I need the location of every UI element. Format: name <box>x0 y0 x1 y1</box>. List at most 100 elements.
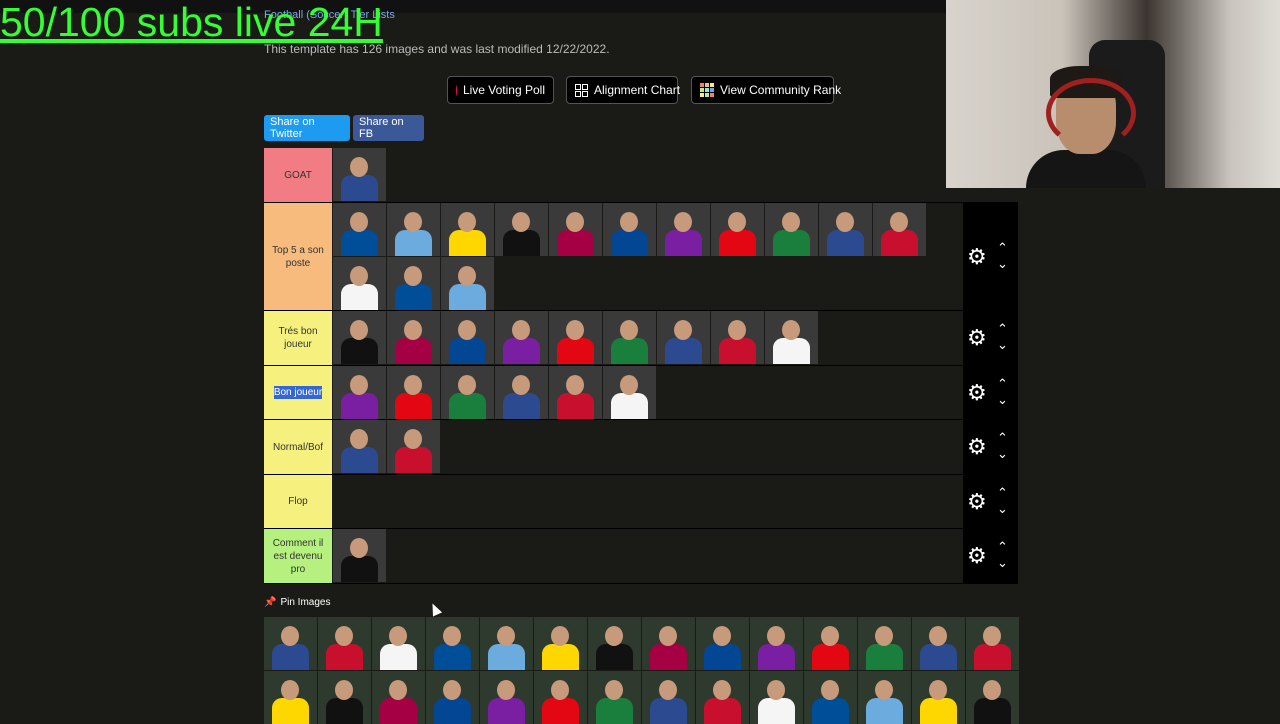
player-image[interactable] <box>387 257 440 310</box>
chevron-up-icon[interactable]: ⌃ <box>997 241 1009 254</box>
tier-label[interactable]: Normal/Bof <box>264 420 332 474</box>
pool-player-image[interactable] <box>372 617 425 670</box>
player-image[interactable] <box>711 311 764 364</box>
pool-player-image[interactable] <box>858 617 911 670</box>
chevron-up-icon[interactable]: ⌃ <box>997 431 1009 444</box>
player-image[interactable] <box>333 311 386 364</box>
pool-player-image[interactable] <box>966 617 1019 670</box>
pool-player-image[interactable] <box>426 617 479 670</box>
player-image[interactable] <box>495 366 548 419</box>
chevron-down-icon[interactable]: ⌄ <box>997 447 1009 460</box>
tier-items[interactable] <box>333 529 963 583</box>
player-image[interactable] <box>495 203 548 256</box>
player-image[interactable] <box>765 203 818 256</box>
pool-player-image[interactable] <box>480 671 533 724</box>
pool-player-image[interactable] <box>642 617 695 670</box>
player-image[interactable] <box>333 420 386 473</box>
player-image[interactable] <box>333 529 386 582</box>
pool-player-image[interactable] <box>426 671 479 724</box>
pool-player-image[interactable] <box>588 671 641 724</box>
chevron-down-icon[interactable]: ⌄ <box>997 338 1009 351</box>
player-image[interactable] <box>387 366 440 419</box>
chevron-down-icon[interactable]: ⌄ <box>997 556 1009 569</box>
alignment-chart-button[interactable]: Alignment Chart <box>566 76 680 104</box>
chevron-up-icon[interactable]: ⌃ <box>997 377 1009 390</box>
pool-player-image[interactable] <box>480 617 533 670</box>
tier-label[interactable]: Top 5 a son poste <box>264 203 332 310</box>
chevron-down-icon[interactable]: ⌄ <box>997 393 1009 406</box>
gear-icon[interactable]: ⚙ <box>967 436 989 458</box>
gear-icon[interactable]: ⚙ <box>967 490 989 513</box>
pool-player-image[interactable] <box>642 671 695 724</box>
tier-items[interactable] <box>333 366 963 419</box>
pool-player-image[interactable] <box>534 617 587 670</box>
pool-player-image[interactable] <box>858 671 911 724</box>
player-image[interactable] <box>387 203 440 256</box>
tier-items[interactable] <box>333 203 963 310</box>
pool-player-image[interactable] <box>534 671 587 724</box>
player-image[interactable] <box>603 366 656 419</box>
player-image[interactable] <box>333 148 386 201</box>
tier-items[interactable] <box>333 475 963 528</box>
pool-player-image[interactable] <box>264 671 317 724</box>
player-image[interactable] <box>549 203 602 256</box>
player-image[interactable] <box>549 311 602 364</box>
chevron-down-icon[interactable]: ⌄ <box>997 257 1009 270</box>
chevron-up-icon[interactable]: ⌃ <box>997 322 1009 335</box>
pool-player-image[interactable] <box>696 617 749 670</box>
player-image[interactable] <box>873 203 926 256</box>
tier-label[interactable]: Comment il est devenu pro <box>264 529 332 583</box>
rank-grid-icon <box>700 83 714 97</box>
player-image[interactable] <box>603 311 656 364</box>
tier-items[interactable] <box>333 148 963 202</box>
player-image[interactable] <box>495 311 548 364</box>
pool-player-image[interactable] <box>696 671 749 724</box>
player-image[interactable] <box>711 203 764 256</box>
pool-player-image[interactable] <box>750 617 803 670</box>
player-image[interactable] <box>333 257 386 310</box>
chevron-up-icon[interactable]: ⌃ <box>997 486 1009 499</box>
gear-icon[interactable]: ⚙ <box>967 545 989 567</box>
player-image[interactable] <box>765 311 818 364</box>
player-image[interactable] <box>441 203 494 256</box>
pool-player-image[interactable] <box>912 617 965 670</box>
player-image[interactable] <box>441 311 494 364</box>
live-voting-poll-button[interactable]: Live Voting Poll <box>447 76 554 104</box>
player-image[interactable] <box>441 257 494 310</box>
chevron-down-icon[interactable]: ⌄ <box>997 502 1009 515</box>
player-image[interactable] <box>333 203 386 256</box>
gear-icon[interactable]: ⚙ <box>967 245 989 268</box>
pool-player-image[interactable] <box>318 671 371 724</box>
player-image[interactable] <box>387 311 440 364</box>
player-image[interactable] <box>387 420 440 473</box>
pool-player-image[interactable] <box>912 671 965 724</box>
pool-player-image[interactable] <box>588 617 641 670</box>
view-community-rank-button[interactable]: View Community Rank <box>691 76 841 104</box>
player-image[interactable] <box>603 203 656 256</box>
player-image[interactable] <box>657 203 710 256</box>
tier-label[interactable]: Flop <box>264 475 332 528</box>
share-facebook-button[interactable]: Share on FB <box>353 115 424 141</box>
pool-player-image[interactable] <box>804 671 857 724</box>
player-image[interactable] <box>549 366 602 419</box>
player-image[interactable] <box>333 366 386 419</box>
chevron-up-icon[interactable]: ⌃ <box>997 540 1009 553</box>
pin-images-toggle[interactable]: 📌 Pin Images <box>264 597 330 608</box>
pool-player-image[interactable] <box>318 617 371 670</box>
tier-label[interactable]: Trés bon joueur <box>264 311 332 365</box>
player-image[interactable] <box>657 311 710 364</box>
tier-items[interactable] <box>333 311 963 365</box>
pool-player-image[interactable] <box>966 671 1019 724</box>
player-image[interactable] <box>441 366 494 419</box>
player-image[interactable] <box>819 203 872 256</box>
pool-player-image[interactable] <box>750 671 803 724</box>
tier-label[interactable]: GOAT <box>264 148 332 202</box>
gear-icon[interactable]: ⚙ <box>967 327 989 349</box>
tier-items[interactable] <box>333 420 963 474</box>
pool-player-image[interactable] <box>372 671 425 724</box>
share-twitter-button[interactable]: Share on Twitter <box>264 115 350 141</box>
pool-player-image[interactable] <box>264 617 317 670</box>
gear-icon[interactable]: ⚙ <box>967 381 989 404</box>
tier-label[interactable]: Bon joueur <box>264 366 332 419</box>
pool-player-image[interactable] <box>804 617 857 670</box>
